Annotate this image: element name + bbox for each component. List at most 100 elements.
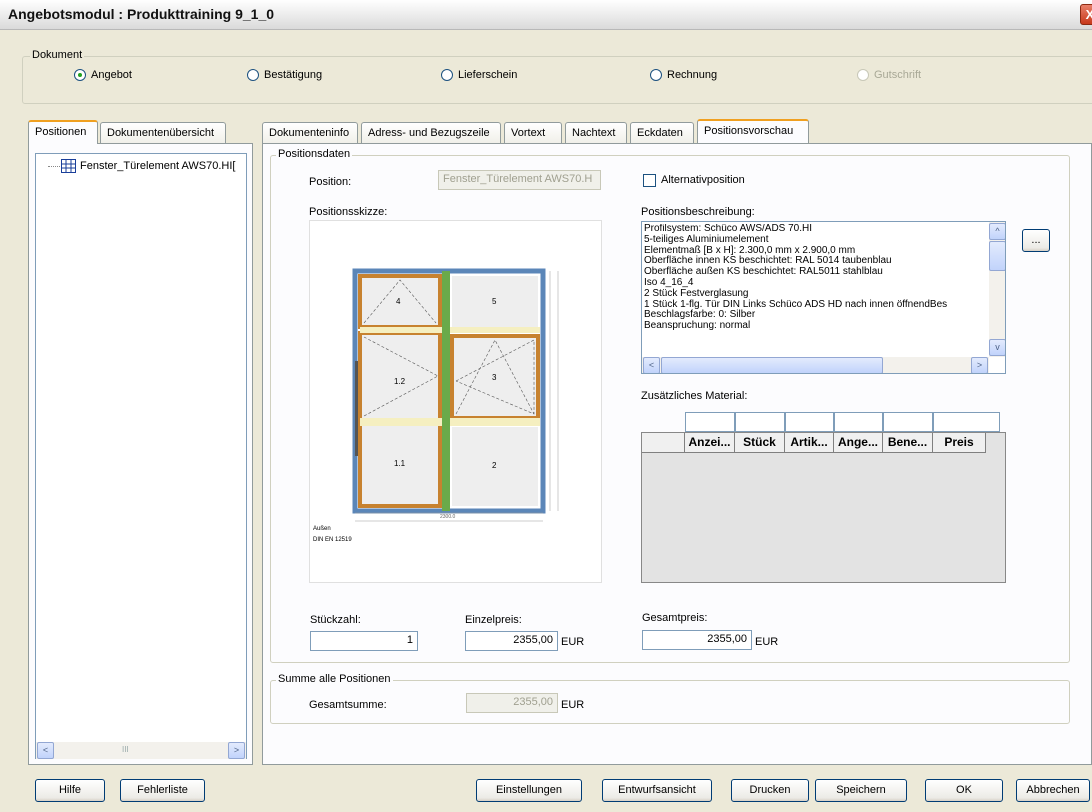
- tab-nachtext[interactable]: Nachtext: [565, 122, 627, 144]
- radio-lieferschein[interactable]: Lieferschein: [441, 69, 517, 81]
- sketch-panel-1-1: 1.1: [394, 459, 406, 468]
- tab-positionsvorschau[interactable]: Positionsvorschau: [697, 119, 809, 143]
- settings-button[interactable]: Einstellungen: [476, 779, 582, 802]
- unit-price-label: Einzelpreis:: [465, 614, 522, 626]
- alternative-position-label: Alternativposition: [661, 174, 745, 186]
- total-price-label: Gesamtpreis:: [642, 612, 708, 624]
- sketch-dimension-width: 2300.0: [440, 514, 456, 520]
- sketch-panel-1-2: 1.2: [394, 377, 406, 386]
- scroll-down-icon[interactable]: v: [989, 339, 1005, 356]
- error-list-button[interactable]: Fehlerliste: [120, 779, 205, 802]
- sketch-panel-2: 2: [492, 461, 497, 470]
- radio-label-angebot: Angebot: [91, 69, 132, 81]
- sketch-caption-norm: DIN EN 12519: [313, 537, 352, 543]
- material-col-artikel[interactable]: Artik...: [785, 433, 834, 453]
- quantity-label: Stückzahl:: [310, 614, 361, 626]
- filter-angebot[interactable]: [834, 412, 883, 432]
- description-label: Positionsbeschreibung:: [641, 206, 755, 218]
- description-line: Oberfläche außen KS beschichtet: RAL5011…: [644, 266, 883, 278]
- quantity-field[interactable]: 1: [310, 631, 418, 651]
- draft-view-button[interactable]: Entwurfsansicht: [602, 779, 712, 802]
- radio-rechnung[interactable]: Rechnung: [650, 69, 717, 81]
- scroll-right-icon[interactable]: >: [971, 357, 988, 373]
- description-line: 5-teiliges Aluminiumelement: [644, 233, 769, 245]
- sketch-panel-5: 5: [492, 297, 497, 306]
- document-type-group: [22, 56, 1092, 104]
- sketch-caption-outside: Außen: [313, 526, 331, 532]
- material-col-stueck[interactable]: Stück: [735, 433, 785, 453]
- filter-stueck[interactable]: [735, 412, 785, 432]
- tree-hscrollbar[interactable]: [36, 742, 246, 759]
- scroll-left-icon[interactable]: <: [643, 357, 660, 373]
- radio-label-rechnung: Rechnung: [667, 69, 718, 81]
- description-line: 2 Stück Festverglasung: [644, 287, 749, 299]
- scroll-hthumb-icon[interactable]: [661, 357, 883, 373]
- grand-total-field: 2355,00: [466, 693, 558, 713]
- scroll-right-icon[interactable]: >: [228, 742, 245, 759]
- alternative-position-checkbox[interactable]: [643, 174, 656, 187]
- sum-group-legend: Summe alle Positionen: [276, 673, 393, 685]
- unit-price-field[interactable]: 2355,00: [465, 631, 558, 651]
- more-button[interactable]: ...: [1022, 229, 1050, 252]
- grid-icon: [61, 159, 76, 173]
- radio-gutschrift: Gutschrift: [857, 69, 921, 81]
- total-price-field[interactable]: 2355,00: [642, 630, 752, 650]
- print-button[interactable]: Drucken: [731, 779, 809, 802]
- ok-button[interactable]: OK: [925, 779, 1003, 802]
- material-table[interactable]: Anzei... Stück Artik... Ange... Bene... …: [641, 432, 1006, 583]
- material-table-header: Anzei... Stück Artik... Ange... Bene... …: [642, 433, 1005, 453]
- description-textarea[interactable]: Profilsystem: Schüco AWS/ADS 70.HI 5-teil…: [641, 221, 1006, 374]
- scroll-up-icon[interactable]: ^: [989, 223, 1005, 240]
- material-col-benennung[interactable]: Bene...: [883, 433, 933, 453]
- cancel-button[interactable]: Abbrechen: [1016, 779, 1090, 802]
- grand-total-label: Gesamtsumme:: [309, 699, 387, 711]
- window-title: Angebotsmodul : Produkttraining 9_1_0: [8, 6, 275, 22]
- radio-dot-rechnung: [650, 69, 662, 81]
- tree-item-position[interactable]: Fenster_Türelement AWS70.HI[: [80, 160, 236, 172]
- tab-dokumentenuebersicht[interactable]: Dokumentenübersicht: [100, 122, 226, 144]
- position-field: Fenster_Türelement AWS70.H: [438, 170, 601, 190]
- position-data-legend: Positionsdaten: [276, 148, 353, 160]
- radio-dot-bestaetigung: [247, 69, 259, 81]
- material-col-preis[interactable]: Preis: [933, 433, 986, 453]
- tree-box: [35, 153, 247, 759]
- save-button[interactable]: Speichern: [815, 779, 907, 802]
- tab-positionen[interactable]: Positionen: [28, 120, 98, 144]
- tab-vortext[interactable]: Vortext: [504, 122, 562, 144]
- radio-dot-gutschrift: [857, 69, 869, 81]
- filter-artikel[interactable]: [785, 412, 834, 432]
- radio-label-bestaetigung: Bestätigung: [264, 69, 323, 81]
- scroll-thumb-icon[interactable]: [989, 241, 1005, 271]
- tab-adress-bezugszeile[interactable]: Adress- und Bezugszeile: [361, 122, 501, 144]
- radio-angebot[interactable]: Angebot: [74, 69, 132, 81]
- filter-preis[interactable]: [933, 412, 1000, 432]
- tree-line: [48, 166, 60, 167]
- material-col-angebot[interactable]: Ange...: [834, 433, 883, 453]
- description-line: Beanspruchung: normal: [644, 320, 751, 332]
- radio-bestaetigung[interactable]: Bestätigung: [247, 69, 322, 81]
- material-col-selector: [642, 433, 685, 453]
- extra-material-label: Zusätzliches Material:: [641, 390, 748, 402]
- close-button[interactable]: X: [1080, 4, 1092, 25]
- material-col-anzeige[interactable]: Anzei...: [685, 433, 735, 453]
- radio-dot-lieferschein: [441, 69, 453, 81]
- radio-label-lieferschein: Lieferschein: [458, 69, 518, 81]
- scroll-left-icon[interactable]: <: [37, 742, 54, 759]
- sketch-label: Positionsskizze:: [309, 206, 388, 218]
- total-price-currency: EUR: [755, 636, 779, 648]
- scroll-grip-icon: III: [122, 745, 129, 754]
- sum-group: [270, 680, 1070, 724]
- filter-anzeige[interactable]: [685, 412, 735, 432]
- help-button[interactable]: Hilfe: [35, 779, 105, 802]
- unit-price-currency: EUR: [561, 636, 585, 648]
- material-filter-row: [685, 412, 1000, 432]
- tab-dokumenteninfo[interactable]: Dokumenteninfo: [262, 122, 358, 144]
- radio-dot-angebot: [74, 69, 86, 81]
- sketch-panel-3: 3: [492, 373, 497, 382]
- document-type-legend: Dokument: [30, 49, 85, 61]
- tab-eckdaten[interactable]: Eckdaten: [630, 122, 694, 144]
- radio-label-gutschrift: Gutschrift: [874, 69, 922, 81]
- filter-benennung[interactable]: [883, 412, 933, 432]
- grand-total-currency: EUR: [561, 699, 585, 711]
- position-sketch: 4 5 1.2 3 1.1 2 2300.0 Außen DIN EN 1251…: [309, 220, 602, 583]
